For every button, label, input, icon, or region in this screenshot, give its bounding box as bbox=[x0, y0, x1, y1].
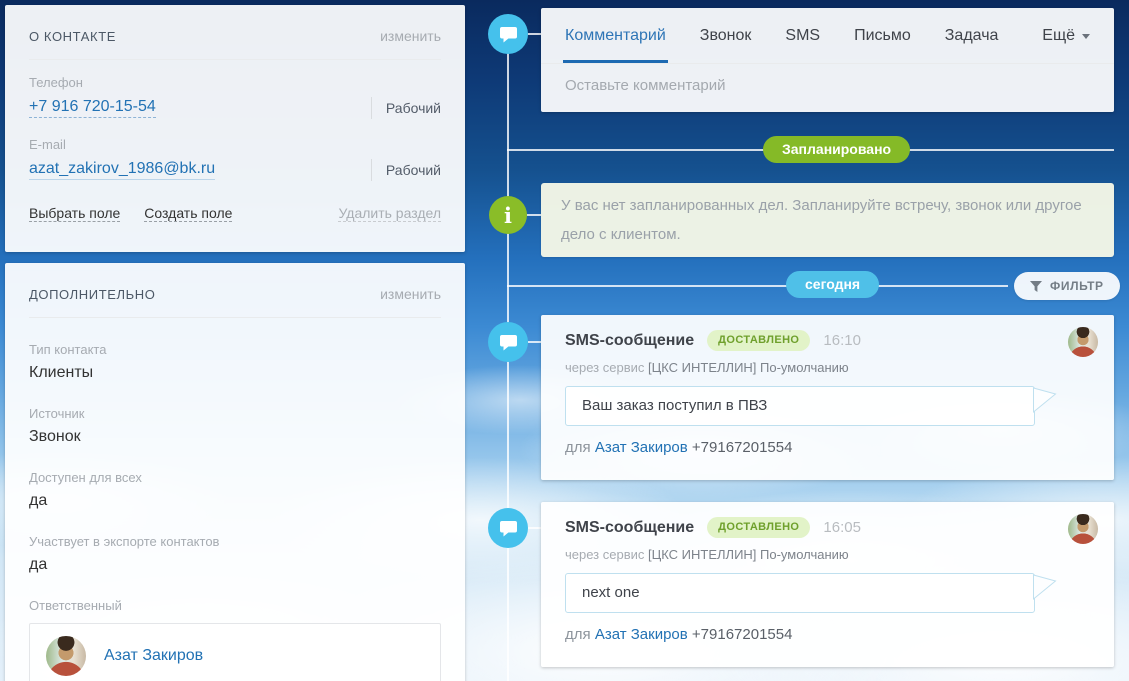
recipient-link[interactable]: Азат Закиров bbox=[595, 439, 688, 456]
status-badge: ДОСТАВЛЕНО bbox=[707, 517, 811, 538]
available-to-all-value: да bbox=[29, 492, 48, 509]
sms-message-bubble: Ваш заказ поступил в ПВЗ bbox=[565, 386, 1057, 426]
planned-empty-notice: У вас нет запланированных дел. Запланиру… bbox=[541, 183, 1114, 257]
service-name: [ЦКС ИНТЕЛЛИН] По-умолчанию bbox=[648, 360, 849, 375]
available-to-all-label: Доступен для всех bbox=[29, 470, 142, 485]
bubble-tail bbox=[1033, 387, 1057, 414]
contact-sidebar: О КОНТАКТЕ изменить Телефон +7 916 720-1… bbox=[5, 5, 465, 681]
today-section-line bbox=[507, 285, 1008, 287]
composer-tabs: Комментарий Звонок SMS Письмо Задача Ещё bbox=[541, 8, 1114, 63]
sms-icon bbox=[488, 508, 528, 548]
tab-letter[interactable]: Письмо bbox=[854, 8, 911, 63]
tab-more-label: Ещё bbox=[1042, 26, 1075, 44]
sms-entry-time: 16:10 bbox=[823, 332, 861, 349]
sms-entry: SMS-сообщение ДОСТАВЛЕНО 16:05 через сер… bbox=[541, 502, 1114, 667]
comment-icon bbox=[488, 14, 528, 54]
recipient-prefix: для bbox=[565, 626, 591, 643]
additional-info-card: ДОПОЛНИТЕЛЬНО изменить Тип контакта Клие… bbox=[5, 263, 465, 681]
tab-more[interactable]: Ещё bbox=[1042, 27, 1090, 45]
divider bbox=[29, 59, 441, 60]
delete-section-link[interactable]: Удалить раздел bbox=[338, 205, 441, 222]
sms-message-bubble: next one bbox=[565, 573, 1057, 613]
connector-line bbox=[528, 33, 541, 35]
recipient-phone: +79167201554 bbox=[691, 626, 793, 643]
composer-card: Комментарий Звонок SMS Письмо Задача Ещё bbox=[541, 8, 1114, 112]
sms-entry-title: SMS-сообщение bbox=[565, 518, 695, 536]
about-card-title: О КОНТАКТЕ bbox=[29, 29, 117, 44]
recipient-prefix: для bbox=[565, 439, 591, 456]
chevron-down-icon bbox=[1082, 34, 1090, 39]
about-edit-link[interactable]: изменить bbox=[380, 28, 441, 44]
phone-value-link[interactable]: +7 916 720-15-54 bbox=[29, 98, 156, 118]
sms-entry-time: 16:05 bbox=[823, 519, 861, 536]
connector-line bbox=[528, 341, 541, 343]
service-name: [ЦКС ИНТЕЛЛИН] По-умолчанию bbox=[648, 547, 849, 562]
responsible-avatar[interactable] bbox=[46, 636, 86, 676]
additional-edit-link[interactable]: изменить bbox=[380, 286, 441, 302]
sms-message-text: Ваш заказ поступил в ПВЗ bbox=[582, 397, 768, 414]
contact-type-value: Клиенты bbox=[29, 364, 94, 381]
responsible-box: Азат Закиров bbox=[29, 623, 441, 681]
author-avatar[interactable] bbox=[1068, 327, 1098, 357]
email-value-link[interactable]: azat_zakirov_1986@bk.ru bbox=[29, 160, 216, 180]
sms-icon bbox=[488, 322, 528, 362]
phone-type-tag: Рабочий bbox=[370, 97, 441, 119]
divider bbox=[29, 317, 441, 318]
author-avatar[interactable] bbox=[1068, 514, 1098, 544]
connector-line bbox=[527, 214, 541, 216]
tab-task[interactable]: Задача bbox=[945, 8, 999, 63]
bubble-tail bbox=[1033, 574, 1057, 601]
via-service-label: через сервис bbox=[565, 547, 645, 562]
connector-line bbox=[528, 527, 541, 529]
responsible-label: Ответственный bbox=[29, 598, 122, 613]
source-value: Звонок bbox=[29, 428, 81, 445]
sms-entry-title: SMS-сообщение bbox=[565, 331, 695, 349]
select-field-link[interactable]: Выбрать поле bbox=[29, 205, 121, 222]
status-badge: ДОСТАВЛЕНО bbox=[707, 330, 811, 351]
phone-field-label: Телефон bbox=[29, 75, 83, 90]
export-value: да bbox=[29, 556, 48, 573]
filter-button-label: ФИЛЬТР bbox=[1050, 279, 1104, 293]
additional-card-title: ДОПОЛНИТЕЛЬНО bbox=[29, 287, 156, 302]
recipient-link[interactable]: Азат Закиров bbox=[595, 626, 688, 643]
tab-call[interactable]: Звонок bbox=[700, 8, 752, 63]
about-contact-card: О КОНТАКТЕ изменить Телефон +7 916 720-1… bbox=[5, 5, 465, 252]
info-icon: i bbox=[489, 196, 527, 234]
export-label: Участвует в экспорте контактов bbox=[29, 534, 220, 549]
via-service-label: через сервис bbox=[565, 360, 645, 375]
funnel-icon bbox=[1030, 280, 1042, 292]
tab-sms[interactable]: SMS bbox=[785, 8, 820, 63]
sms-entry: SMS-сообщение ДОСТАВЛЕНО 16:10 через сер… bbox=[541, 315, 1114, 480]
comment-input[interactable] bbox=[565, 77, 1090, 94]
create-field-link[interactable]: Создать поле bbox=[144, 205, 233, 222]
filter-button[interactable]: ФИЛЬТР bbox=[1014, 272, 1120, 300]
source-label: Источник bbox=[29, 406, 85, 421]
recipient-phone: +79167201554 bbox=[691, 439, 793, 456]
contact-type-label: Тип контакта bbox=[29, 342, 107, 357]
planned-badge: Запланировано bbox=[763, 136, 911, 163]
email-type-tag: Рабочий bbox=[370, 159, 441, 181]
tab-comment[interactable]: Комментарий bbox=[563, 8, 668, 63]
sms-message-text: next one bbox=[582, 584, 640, 601]
today-badge: сегодня bbox=[786, 271, 880, 298]
email-field-label: E-mail bbox=[29, 137, 66, 152]
responsible-name-link[interactable]: Азат Закиров bbox=[104, 647, 203, 665]
